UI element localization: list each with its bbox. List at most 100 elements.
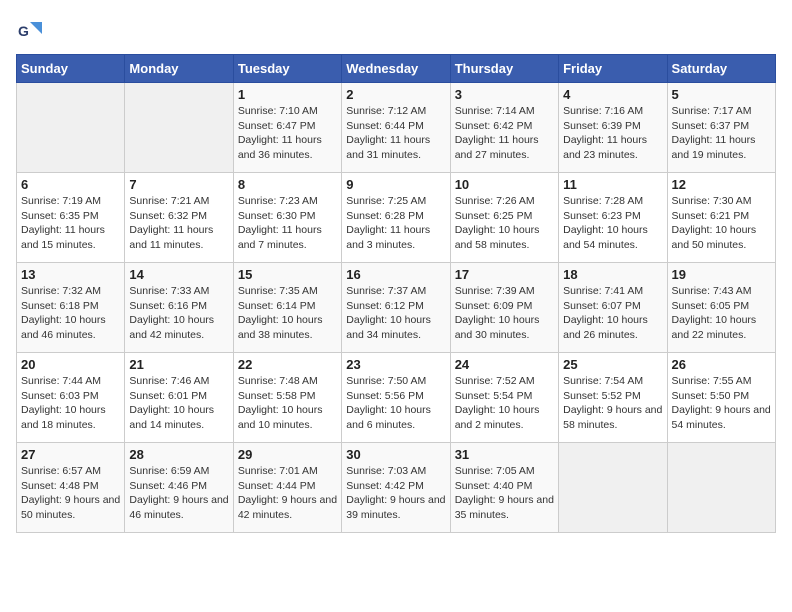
calendar-day	[667, 443, 775, 533]
calendar-day: 14 Sunrise: 7:33 AM Sunset: 6:16 PM Dayli…	[125, 263, 233, 353]
calendar-day	[17, 83, 125, 173]
calendar-day: 11Sunrise: 7:28 AM Sunset: 6:23 PM Dayli…	[559, 173, 667, 263]
day-info: Sunrise: 7:50 AM Sunset: 5:56 PM Dayligh…	[346, 374, 445, 433]
logo-icon: G	[16, 16, 44, 44]
day-info: Sunrise: 7:30 AM Sunset: 6:21 PM Dayligh…	[672, 194, 771, 253]
calendar-day: 5 Sunrise: 7:17 AM Sunset: 6:37 PM Daylig…	[667, 83, 775, 173]
day-number: 31	[455, 447, 554, 462]
calendar-day: 12Sunrise: 7:30 AM Sunset: 6:21 PM Dayli…	[667, 173, 775, 263]
calendar-week-2: 6 Sunrise: 7:19 AM Sunset: 6:35 PM Daylig…	[17, 173, 776, 263]
day-info: Sunrise: 7:26 AM Sunset: 6:25 PM Dayligh…	[455, 194, 554, 253]
day-number: 19	[672, 267, 771, 282]
day-info: Sunrise: 7:10 AM Sunset: 6:47 PM Dayligh…	[238, 104, 337, 163]
calendar-day: 21 Sunrise: 7:46 AM Sunset: 6:01 PM Dayli…	[125, 353, 233, 443]
calendar-day: 8 Sunrise: 7:23 AM Sunset: 6:30 PM Daylig…	[233, 173, 341, 263]
day-info: Sunrise: 7:01 AM Sunset: 4:44 PM Dayligh…	[238, 464, 337, 523]
header-tuesday: Tuesday	[233, 55, 341, 83]
calendar-day: 28 Sunrise: 6:59 AM Sunset: 4:46 PM Dayli…	[125, 443, 233, 533]
calendar-day: 23 Sunrise: 7:50 AM Sunset: 5:56 PM Dayli…	[342, 353, 450, 443]
day-number: 20	[21, 357, 120, 372]
calendar-week-4: 20Sunrise: 7:44 AM Sunset: 6:03 PM Dayli…	[17, 353, 776, 443]
day-number: 16	[346, 267, 445, 282]
day-number: 5	[672, 87, 771, 102]
day-info: Sunrise: 7:25 AM Sunset: 6:28 PM Dayligh…	[346, 194, 445, 253]
header-wednesday: Wednesday	[342, 55, 450, 83]
day-number: 9	[346, 177, 445, 192]
logo: G	[16, 16, 48, 44]
day-number: 18	[563, 267, 662, 282]
day-info: Sunrise: 7:32 AM Sunset: 6:18 PM Dayligh…	[21, 284, 120, 343]
header-monday: Monday	[125, 55, 233, 83]
day-number: 28	[129, 447, 228, 462]
day-info: Sunrise: 7:39 AM Sunset: 6:09 PM Dayligh…	[455, 284, 554, 343]
header-sunday: Sunday	[17, 55, 125, 83]
calendar-day: 22 Sunrise: 7:48 AM Sunset: 5:58 PM Dayli…	[233, 353, 341, 443]
day-number: 17	[455, 267, 554, 282]
calendar-day: 13 Sunrise: 7:32 AM Sunset: 6:18 PM Dayli…	[17, 263, 125, 353]
day-info: Sunrise: 7:14 AM Sunset: 6:42 PM Dayligh…	[455, 104, 554, 163]
day-info: Sunrise: 7:28 AM Sunset: 6:23 PM Dayligh…	[563, 194, 662, 253]
day-number: 26	[672, 357, 771, 372]
day-info: Sunrise: 7:21 AM Sunset: 6:32 PM Dayligh…	[129, 194, 228, 253]
day-info: Sunrise: 7:54 AM Sunset: 5:52 PM Dayligh…	[563, 374, 662, 433]
day-number: 7	[129, 177, 228, 192]
day-info: Sunrise: 7:19 AM Sunset: 6:35 PM Dayligh…	[21, 194, 120, 253]
svg-text:G: G	[18, 23, 29, 39]
calendar-week-5: 27Sunrise: 6:57 AM Sunset: 4:48 PM Dayli…	[17, 443, 776, 533]
calendar-day: 16 Sunrise: 7:37 AM Sunset: 6:12 PM Dayli…	[342, 263, 450, 353]
day-number: 8	[238, 177, 337, 192]
day-number: 4	[563, 87, 662, 102]
day-info: Sunrise: 6:57 AM Sunset: 4:48 PM Dayligh…	[21, 464, 120, 523]
calendar-day: 26 Sunrise: 7:55 AM Sunset: 5:50 PM Dayli…	[667, 353, 775, 443]
day-info: Sunrise: 7:16 AM Sunset: 6:39 PM Dayligh…	[563, 104, 662, 163]
calendar-day: 20Sunrise: 7:44 AM Sunset: 6:03 PM Dayli…	[17, 353, 125, 443]
day-number: 29	[238, 447, 337, 462]
day-info: Sunrise: 7:46 AM Sunset: 6:01 PM Dayligh…	[129, 374, 228, 433]
header-friday: Friday	[559, 55, 667, 83]
calendar-day: 25 Sunrise: 7:54 AM Sunset: 5:52 PM Dayli…	[559, 353, 667, 443]
calendar-day: 30Sunrise: 7:03 AM Sunset: 4:42 PM Dayli…	[342, 443, 450, 533]
day-number: 2	[346, 87, 445, 102]
page-header: G	[16, 16, 776, 44]
calendar-day: 9 Sunrise: 7:25 AM Sunset: 6:28 PM Daylig…	[342, 173, 450, 263]
day-info: Sunrise: 6:59 AM Sunset: 4:46 PM Dayligh…	[129, 464, 228, 523]
calendar-day	[125, 83, 233, 173]
day-info: Sunrise: 7:23 AM Sunset: 6:30 PM Dayligh…	[238, 194, 337, 253]
calendar-day: 1 Sunrise: 7:10 AM Sunset: 6:47 PM Daylig…	[233, 83, 341, 173]
day-number: 10	[455, 177, 554, 192]
calendar-day: 15 Sunrise: 7:35 AM Sunset: 6:14 PM Dayli…	[233, 263, 341, 353]
day-info: Sunrise: 7:41 AM Sunset: 6:07 PM Dayligh…	[563, 284, 662, 343]
day-info: Sunrise: 7:52 AM Sunset: 5:54 PM Dayligh…	[455, 374, 554, 433]
calendar-day: 24 Sunrise: 7:52 AM Sunset: 5:54 PM Dayli…	[450, 353, 558, 443]
day-number: 1	[238, 87, 337, 102]
day-number: 14	[129, 267, 228, 282]
day-info: Sunrise: 7:37 AM Sunset: 6:12 PM Dayligh…	[346, 284, 445, 343]
calendar-day: 2 Sunrise: 7:12 AM Sunset: 6:44 PM Daylig…	[342, 83, 450, 173]
day-number: 23	[346, 357, 445, 372]
day-info: Sunrise: 7:12 AM Sunset: 6:44 PM Dayligh…	[346, 104, 445, 163]
day-info: Sunrise: 7:03 AM Sunset: 4:42 PM Dayligh…	[346, 464, 445, 523]
calendar-day: 7 Sunrise: 7:21 AM Sunset: 6:32 PM Daylig…	[125, 173, 233, 263]
calendar-week-3: 13 Sunrise: 7:32 AM Sunset: 6:18 PM Dayli…	[17, 263, 776, 353]
calendar-day: 18 Sunrise: 7:41 AM Sunset: 6:07 PM Dayli…	[559, 263, 667, 353]
calendar-day: 17 Sunrise: 7:39 AM Sunset: 6:09 PM Dayli…	[450, 263, 558, 353]
day-number: 22	[238, 357, 337, 372]
day-info: Sunrise: 7:35 AM Sunset: 6:14 PM Dayligh…	[238, 284, 337, 343]
calendar-day: 4 Sunrise: 7:16 AM Sunset: 6:39 PM Daylig…	[559, 83, 667, 173]
day-info: Sunrise: 7:05 AM Sunset: 4:40 PM Dayligh…	[455, 464, 554, 523]
day-info: Sunrise: 7:48 AM Sunset: 5:58 PM Dayligh…	[238, 374, 337, 433]
day-number: 25	[563, 357, 662, 372]
day-number: 3	[455, 87, 554, 102]
header-thursday: Thursday	[450, 55, 558, 83]
day-number: 6	[21, 177, 120, 192]
day-number: 21	[129, 357, 228, 372]
day-info: Sunrise: 7:17 AM Sunset: 6:37 PM Dayligh…	[672, 104, 771, 163]
calendar-table: SundayMondayTuesdayWednesdayThursdayFrid…	[16, 54, 776, 533]
day-number: 15	[238, 267, 337, 282]
day-info: Sunrise: 7:33 AM Sunset: 6:16 PM Dayligh…	[129, 284, 228, 343]
day-number: 13	[21, 267, 120, 282]
day-info: Sunrise: 7:55 AM Sunset: 5:50 PM Dayligh…	[672, 374, 771, 433]
calendar-day: 29 Sunrise: 7:01 AM Sunset: 4:44 PM Dayli…	[233, 443, 341, 533]
day-number: 24	[455, 357, 554, 372]
calendar-day: 6 Sunrise: 7:19 AM Sunset: 6:35 PM Daylig…	[17, 173, 125, 263]
